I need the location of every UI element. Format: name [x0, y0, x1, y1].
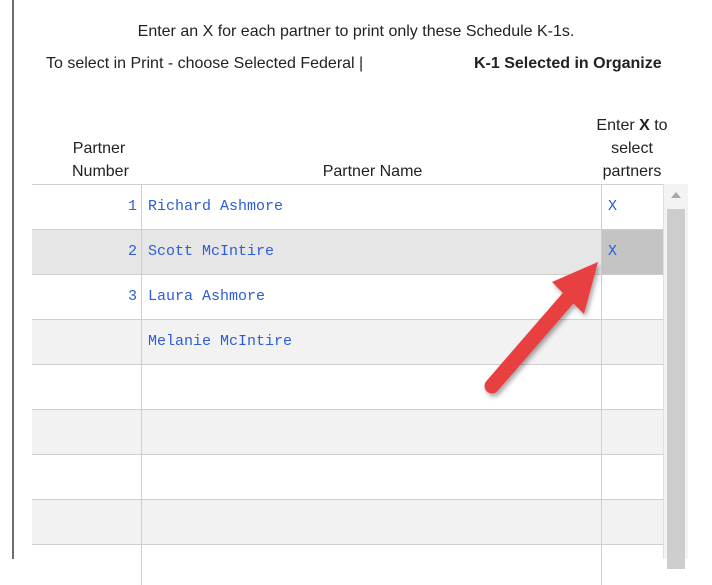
- column-header-select-x: X: [639, 117, 650, 134]
- partner-select-cell[interactable]: [602, 275, 663, 319]
- partner-number-cell[interactable]: 2: [32, 230, 142, 274]
- table-row[interactable]: [32, 455, 663, 500]
- partner-number-cell[interactable]: [32, 410, 142, 454]
- column-header-select: Enter X to select partners: [578, 114, 686, 183]
- column-header-select-suffix: to: [649, 117, 668, 134]
- partner-select-cell[interactable]: [602, 455, 663, 499]
- instructions-line-2: To select in Print - choose Selected Fed…: [46, 54, 662, 74]
- partner-name-cell[interactable]: Richard Ashmore: [142, 185, 602, 229]
- column-header-number-line2: Number: [72, 163, 129, 180]
- partner-name-cell[interactable]: [142, 455, 602, 499]
- column-header-partner-number: Partner Number: [72, 137, 129, 183]
- partner-number-cell[interactable]: [32, 500, 142, 544]
- column-header-select-line2: select: [611, 140, 653, 157]
- table-row[interactable]: [32, 500, 663, 545]
- scroll-up-arrow-icon[interactable]: [664, 184, 688, 206]
- instructions-line-1: Enter an X for each partner to print onl…: [137, 23, 575, 40]
- instructions-line-2-bold: K-1 Selected in Organize: [474, 55, 662, 72]
- partner-select-cell[interactable]: [602, 365, 663, 409]
- partner-select-cell[interactable]: [602, 320, 663, 364]
- window-left-border: [12, 0, 14, 559]
- partner-select-cell[interactable]: [602, 545, 663, 585]
- column-header-partner-name: Partner Name: [322, 163, 423, 180]
- column-header-select-line3: partners: [602, 163, 662, 180]
- scrollbar-thumb[interactable]: [667, 209, 685, 569]
- table-row[interactable]: 1 Richard Ashmore X: [32, 185, 663, 230]
- partner-number-cell[interactable]: [32, 545, 142, 585]
- column-header-select-prefix: Enter: [596, 117, 640, 134]
- table-row[interactable]: [32, 545, 663, 585]
- partner-select-cell[interactable]: X: [602, 230, 663, 274]
- partner-name-cell[interactable]: [142, 410, 602, 454]
- partner-name-cell[interactable]: [142, 545, 602, 585]
- partner-number-cell[interactable]: 1: [32, 185, 142, 229]
- partner-number-cell[interactable]: [32, 365, 142, 409]
- instructions-line-2-text: To select in Print - choose Selected Fed…: [46, 55, 364, 72]
- partner-select-cell[interactable]: [602, 410, 663, 454]
- partner-name-cell[interactable]: [142, 500, 602, 544]
- vertical-scrollbar[interactable]: [663, 184, 688, 569]
- partner-select-cell[interactable]: X: [602, 185, 663, 229]
- red-arrow-icon: [484, 262, 598, 394]
- partner-number-cell[interactable]: 3: [32, 275, 142, 319]
- partner-select-cell[interactable]: [602, 500, 663, 544]
- column-header-number-line1: Partner: [72, 140, 126, 157]
- table-row[interactable]: [32, 410, 663, 455]
- partner-number-cell[interactable]: [32, 455, 142, 499]
- column-header-select-line1: Enter X to: [578, 114, 686, 137]
- partner-number-cell[interactable]: [32, 320, 142, 364]
